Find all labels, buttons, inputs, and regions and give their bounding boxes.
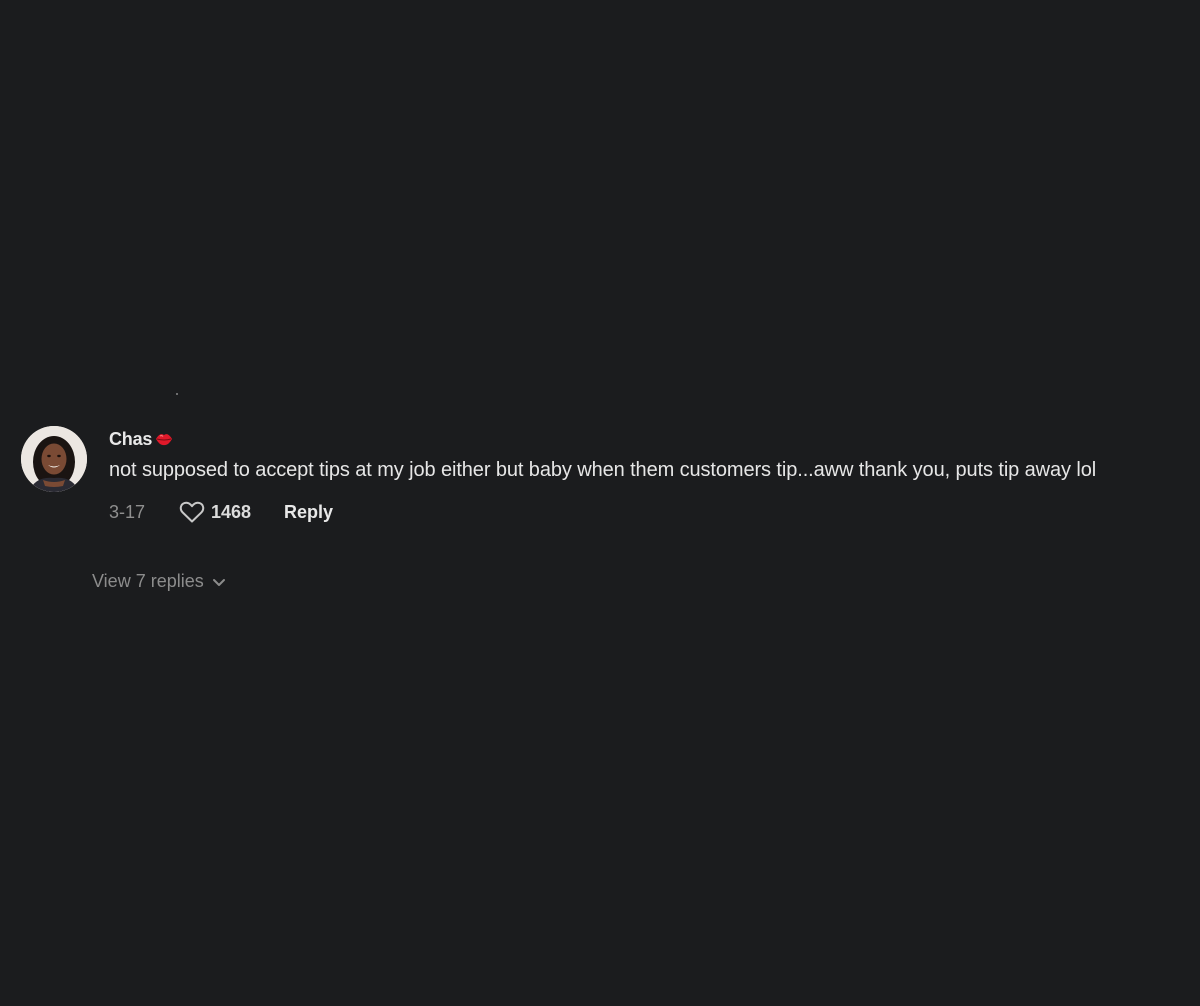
comment-text: not supposed to accept tips at my job ei… xyxy=(109,459,1097,481)
comment-meta: 3-17 1468 Reply xyxy=(109,498,1179,526)
comments-panel: Chas not supposed to accept tips at my j… xyxy=(0,0,1200,1006)
avatar-photo xyxy=(21,426,87,492)
like-count: 1468 xyxy=(211,501,252,522)
lips-kiss-icon xyxy=(156,434,173,446)
username-text: Chas xyxy=(109,428,153,449)
like-button[interactable]: 1468 xyxy=(179,500,251,524)
view-replies-label: View 7 replies xyxy=(92,571,204,591)
comment-date: 3-17 xyxy=(109,501,146,522)
reply-button[interactable]: Reply xyxy=(284,502,333,523)
heart-outline-icon xyxy=(179,501,205,523)
comment-body: Chas not supposed to accept tips at my j… xyxy=(109,428,1179,526)
chevron-down-icon xyxy=(212,578,225,586)
view-replies-button[interactable]: View 7 replies xyxy=(92,571,226,592)
avatar[interactable] xyxy=(21,426,87,492)
comment-username[interactable]: Chas xyxy=(109,428,1179,450)
decorative-dot xyxy=(176,393,178,395)
